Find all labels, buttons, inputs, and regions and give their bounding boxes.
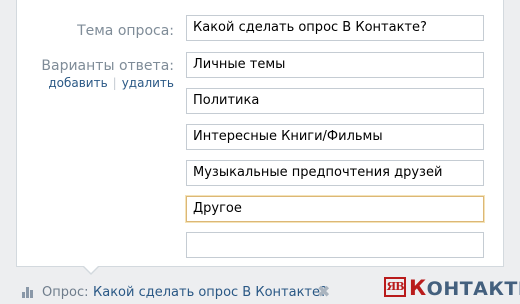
logo-rest: ОНТАКТЕ [426,278,520,300]
logo-first-letter: К [409,276,427,300]
topic-input[interactable]: Какой сделать опрос В Контакте? [186,15,484,41]
answer-actions: добавить | удалить [48,76,174,90]
poll-prefix: Опрос: [42,285,89,300]
answer-input-3[interactable]: Интересные Книги/Фильмы [186,124,484,150]
remove-answer-link[interactable]: удалить [122,76,174,90]
logo-badge: ЯВ [384,277,406,297]
topic-label: Тема опроса: [77,23,174,39]
actions-separator: | [112,76,117,90]
answer-input-5[interactable]: Другое [186,196,484,222]
add-answer-link[interactable]: добавить [48,76,107,90]
poll-editor-screen: Тема опроса: Какой сделать опрос В Конта… [0,0,520,304]
close-icon[interactable]: ✖ [317,282,330,301]
logo-text: КОНТАКТЕ [409,276,520,300]
answer-input-6[interactable] [186,232,484,258]
bar-chart-icon [22,287,34,298]
answer-input-1[interactable]: Личные темы [186,52,484,78]
answer-input-4[interactable]: Музыкальные предпочтения друзей [186,160,484,186]
answers-label: Варианты ответа: [41,58,174,74]
vkontakte-logo: ЯВ КОНТАКТЕ [384,276,520,300]
card-pointer [82,265,100,275]
answer-input-2[interactable]: Политика [186,88,484,114]
poll-title-link[interactable]: Какой сделать опрос В Контакте? [93,285,327,300]
